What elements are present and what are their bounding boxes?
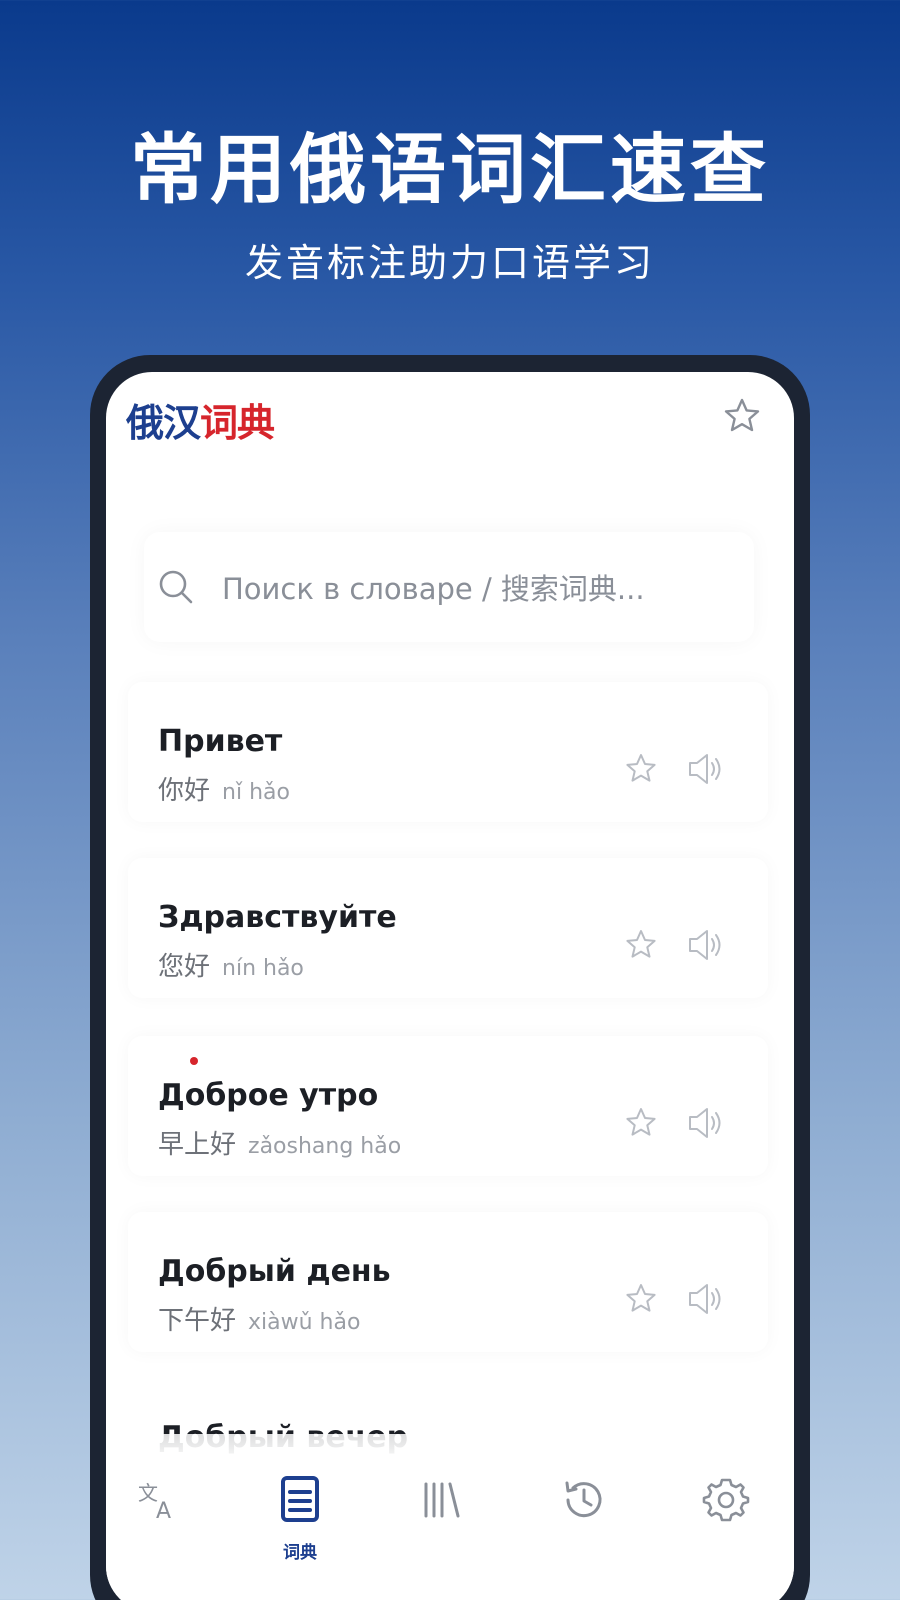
tab-settings[interactable] — [696, 1474, 756, 1594]
phone-screen: 俄汉词典 Поиск в словаре / 搜索词典... Привет 你好… — [106, 372, 794, 1600]
tab-translate[interactable]: 文 A — [128, 1474, 188, 1594]
search-placeholder[interactable]: Поиск в словаре / 搜索词典... — [222, 566, 645, 608]
hero-subtitle: 发音标注助力口语学习 — [244, 241, 655, 285]
translate-icon: 文 A — [138, 1481, 171, 1524]
word-card[interactable]: Здравствуйте 您好 nín hǎo — [128, 858, 768, 998]
word-pinyin: xiàwǔ hǎo — [248, 1310, 361, 1335]
tab-dictionary[interactable]: 词典 — [270, 1474, 330, 1594]
bottom-tab-bar: 文 A 词典 — [106, 1434, 794, 1600]
word-pinyin: nín hǎo — [222, 956, 304, 981]
svg-text:文: 文 — [138, 1481, 158, 1505]
word-pinyin: zǎoshang hǎo — [248, 1134, 402, 1159]
favorites-star-icon[interactable] — [722, 396, 762, 436]
word-chinese: 早上好 — [158, 1130, 237, 1160]
tab-history[interactable] — [554, 1474, 614, 1594]
word-russian: Доброе утро — [158, 1078, 379, 1113]
history-icon — [565, 1481, 602, 1518]
favorite-star-icon[interactable] — [624, 752, 658, 786]
hero-title: 常用俄语词汇速查 — [130, 125, 770, 214]
word-chinese: 你好 — [158, 776, 211, 806]
dictionary-icon — [281, 1476, 319, 1522]
speaker-icon[interactable] — [686, 926, 726, 964]
favorite-star-icon[interactable] — [624, 1106, 658, 1140]
word-translation-line: 早上好 zǎoshang hǎo — [158, 1124, 401, 1161]
tab-library[interactable] — [412, 1474, 472, 1594]
tab-dictionary-label: 词典 — [283, 1543, 317, 1563]
app-logo: 俄汉词典 — [126, 392, 275, 447]
search-icon — [156, 567, 196, 607]
word-card[interactable]: Привет 你好 nǐ hǎo — [128, 682, 768, 822]
word-translation-line: 你好 nǐ hǎo — [158, 770, 290, 807]
speaker-icon[interactable] — [686, 1280, 726, 1318]
word-chinese: 下午好 — [158, 1306, 237, 1336]
speaker-icon[interactable] — [686, 1104, 726, 1142]
favorite-star-icon[interactable] — [624, 928, 658, 962]
word-russian: Добрый день — [158, 1254, 391, 1289]
active-indicator-dot — [190, 1057, 198, 1065]
word-translation-line: 下午好 xiàwǔ hǎo — [158, 1300, 360, 1337]
search-box[interactable]: Поиск в словаре / 搜索词典... — [144, 532, 754, 642]
favorite-star-icon[interactable] — [624, 1282, 658, 1316]
word-card[interactable]: Добрый день 下午好 xiàwǔ hǎo — [128, 1212, 768, 1352]
logo-part-1: 俄汉 — [126, 401, 201, 445]
word-russian: Привет — [158, 724, 283, 759]
speaker-icon[interactable] — [686, 750, 726, 788]
logo-part-2: 词典 — [200, 401, 275, 445]
word-translation-line: 您好 nín hǎo — [158, 946, 304, 983]
settings-icon — [702, 1478, 750, 1522]
word-card[interactable]: Доброе утро 早上好 zǎoshang hǎo — [128, 1036, 768, 1176]
library-icon — [424, 1482, 460, 1518]
svg-text:A: A — [156, 1499, 171, 1524]
word-pinyin: nǐ hǎo — [222, 780, 290, 805]
word-russian: Здравствуйте — [158, 900, 397, 935]
word-chinese: 您好 — [158, 952, 211, 982]
